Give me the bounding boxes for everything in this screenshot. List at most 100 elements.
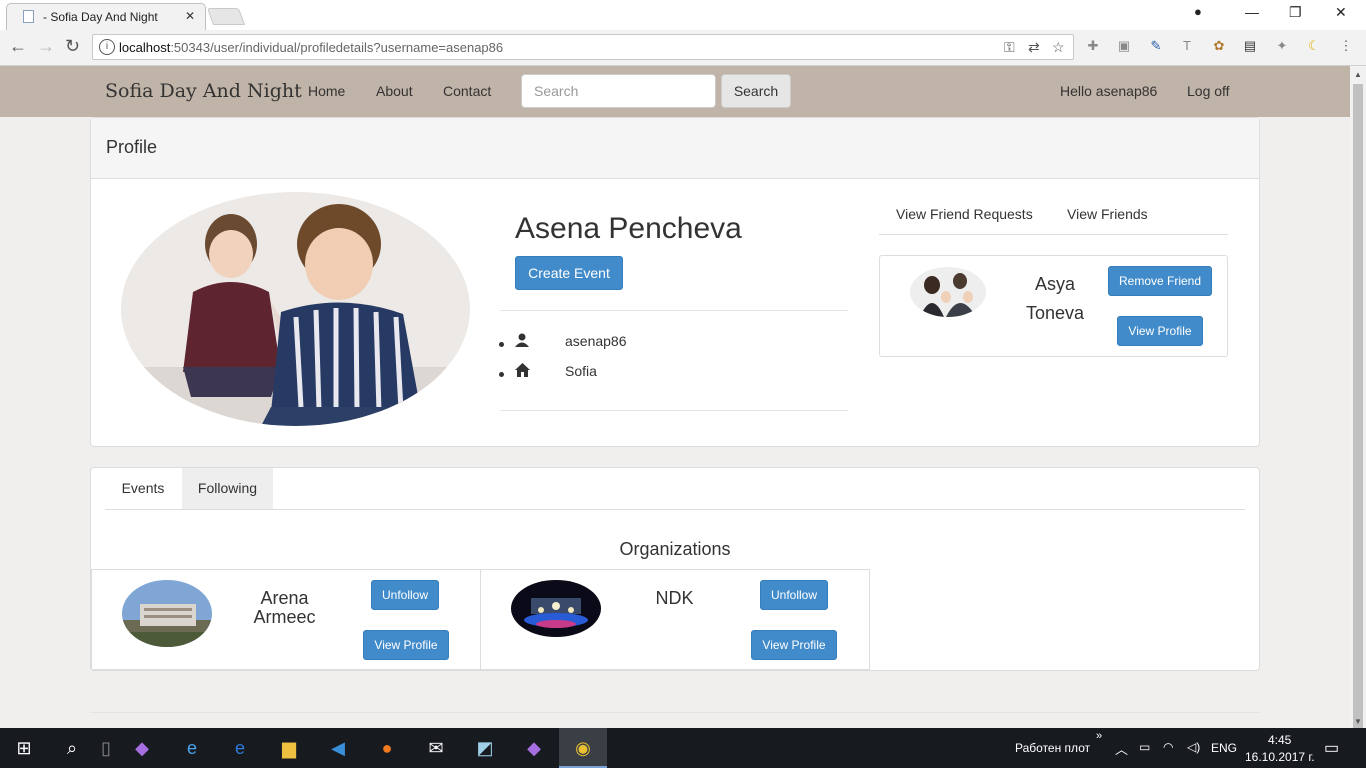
notebook-icon[interactable]: ◩ [461, 728, 509, 768]
url-path: :50343/user/individual/profiledetails?us… [170, 40, 504, 55]
address-bar[interactable]: i localhost:50343/user/individual/profil… [92, 34, 1074, 60]
following-panel: Events Following Organizations Arena Arm… [90, 467, 1260, 671]
forward-icon[interactable]: → [37, 36, 55, 57]
greeting-link[interactable]: Hello asenap86 [1060, 83, 1157, 99]
chrome-icon[interactable]: ◉ [559, 728, 607, 768]
internet-explorer-icon[interactable]: e [168, 728, 216, 768]
browser-toolbar: ← → ↻ i localhost:50343/user/individual/… [0, 30, 1366, 66]
wifi-icon[interactable]: ◠ [1163, 740, 1173, 754]
remove-friend-button[interactable]: Remove Friend [1108, 266, 1212, 296]
search-icon[interactable]: ⌕ [48, 728, 96, 768]
friend-photo [910, 267, 986, 317]
scroll-down-icon[interactable]: ▼ [1354, 717, 1362, 726]
task-view-icon[interactable]: ▯ [96, 728, 116, 768]
organization-name-line2: Armeec [253, 607, 316, 627]
page-scrollbar[interactable]: ▲ ▼ [1350, 66, 1366, 729]
scroll-up-icon[interactable]: ▲ [1354, 70, 1362, 79]
film-icon[interactable]: ▤ [1241, 37, 1259, 55]
tab-following[interactable]: Following [182, 468, 273, 509]
mail-icon[interactable]: ✉ [412, 728, 460, 768]
extension-icon[interactable]: ✚ [1084, 37, 1102, 55]
home-icon [515, 363, 530, 377]
view-friends-tab[interactable]: View Friends [1067, 206, 1148, 222]
info-icon[interactable]: i [99, 39, 115, 55]
view-friend-requests-tab[interactable]: View Friend Requests [896, 206, 1033, 222]
organization-view-profile-button[interactable]: View Profile [363, 630, 449, 660]
ndk-photo [511, 580, 601, 637]
bookmark-star-icon[interactable]: ☆ [1052, 39, 1065, 56]
profile-panel: Profile Asena Pencheva Create Event asen… [90, 117, 1260, 447]
desktop-toolbar-label[interactable]: Работен плот [1015, 741, 1090, 755]
battery-icon[interactable]: ▭ [1139, 740, 1150, 754]
text-extension-icon[interactable]: T [1178, 37, 1196, 55]
friend-first-name: Asya [1034, 274, 1076, 294]
logoff-link[interactable]: Log off [1187, 83, 1230, 99]
unfollow-button[interactable]: Unfollow [760, 580, 828, 610]
unfollow-button[interactable]: Unfollow [371, 580, 439, 610]
notifications-icon[interactable]: ▭ [1324, 738, 1339, 758]
organization-avatar [511, 580, 601, 637]
friend-name[interactable]: Asya Toneva [1010, 270, 1100, 328]
camera-extension-icon[interactable]: ▣ [1115, 37, 1133, 55]
organization-name[interactable]: Arena Armeec [237, 589, 332, 627]
search-input[interactable] [521, 74, 716, 108]
url-host: localhost [119, 40, 171, 55]
create-event-button[interactable]: Create Event [515, 256, 623, 290]
volume-icon[interactable]: ◁) [1187, 740, 1200, 754]
nav-home[interactable]: Home [308, 83, 345, 99]
windows-start-icon[interactable]: ⊞ [0, 728, 48, 768]
footer-divider [90, 712, 1260, 713]
organization-name[interactable]: NDK [627, 589, 722, 608]
profile-photo [121, 192, 470, 426]
close-window-button[interactable]: ✕ [1335, 4, 1347, 21]
tab-events[interactable]: Events [105, 468, 181, 509]
vscode-icon[interactable]: ◀ [314, 728, 362, 768]
moon-icon[interactable]: ☾ [1305, 37, 1323, 55]
nav-about[interactable]: About [376, 83, 413, 99]
tray-chevron-icon[interactable]: ︿ [1115, 739, 1128, 758]
back-icon[interactable]: ← [9, 36, 27, 57]
reload-icon[interactable]: ↻ [65, 36, 80, 57]
toolbar-expand-icon[interactable]: » [1096, 730, 1102, 742]
nav-contact[interactable]: Contact [443, 83, 491, 99]
key-icon[interactable]: ⚿ [1004, 39, 1015, 56]
firefox-icon[interactable]: ● [363, 728, 411, 768]
new-tab-button[interactable] [206, 8, 246, 25]
friend-card: Asya Toneva Remove Friend View Profile [879, 255, 1228, 357]
scrollbar-thumb[interactable] [1353, 84, 1363, 729]
site-brand[interactable]: Sofia Day And Night [105, 80, 302, 102]
arena-photo [122, 580, 212, 647]
organization-view-profile-button[interactable]: View Profile [751, 630, 837, 660]
visual-studio-alt-icon[interactable]: ◆ [510, 728, 558, 768]
restore-button[interactable]: ❐ [1289, 4, 1302, 21]
eyedropper-icon[interactable]: ✎ [1147, 37, 1165, 55]
translate-icon[interactable]: ⇄ [1028, 39, 1040, 56]
friend-view-profile-button[interactable]: View Profile [1117, 316, 1203, 346]
profile-icon[interactable]: ● [1194, 4, 1202, 19]
url-text[interactable]: localhost:50343/user/individual/profiled… [119, 40, 503, 55]
list-bullet [499, 372, 504, 377]
browser-tab[interactable]: - Sofia Day And Night ✕ [6, 3, 206, 30]
edge-icon[interactable]: e [216, 728, 264, 768]
file-explorer-icon[interactable]: ▆ [265, 728, 313, 768]
taskbar-time[interactable]: 4:45 [1268, 733, 1291, 747]
profile-full-name: Asena Pencheva [515, 212, 742, 245]
windows-taskbar: ⊞ ⌕ ▯ ◆ e e ▆ ◀ ● ✉ ◩ ◆ ◉ Работен плот »… [0, 728, 1366, 768]
profile-username: asenap86 [565, 333, 627, 349]
taskbar-date[interactable]: 16.10.2017 г. [1245, 750, 1315, 764]
tab-close-icon[interactable]: ✕ [185, 9, 195, 23]
visual-studio-icon[interactable]: ◆ [118, 728, 166, 768]
content-tabs: Events Following [105, 468, 1245, 510]
minimize-button[interactable]: — [1245, 4, 1259, 20]
list-bullet [499, 342, 504, 347]
puzzle-icon[interactable]: ✦ [1273, 37, 1291, 55]
profile-city: Sofia [565, 363, 597, 379]
menu-icon[interactable]: ⋮ [1337, 37, 1355, 55]
search-button[interactable]: Search [721, 74, 791, 108]
organization-avatar [122, 580, 212, 647]
language-indicator[interactable]: ENG [1211, 741, 1237, 755]
info-divider-top [500, 310, 848, 311]
palette-icon[interactable]: ✿ [1210, 37, 1228, 55]
browser-tabbar: - Sofia Day And Night ✕ ● — ❐ ✕ [0, 0, 1366, 30]
organizations-title: Organizations [619, 539, 731, 559]
